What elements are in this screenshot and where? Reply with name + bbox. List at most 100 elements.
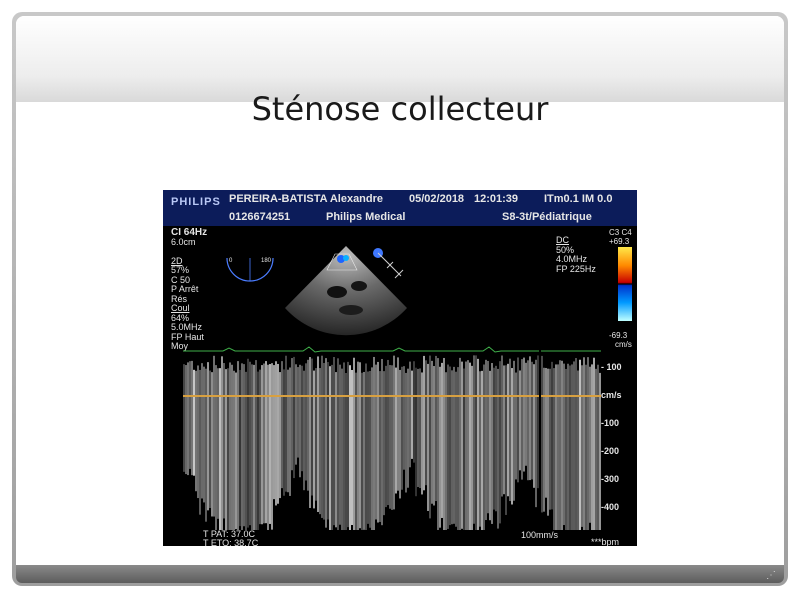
spectrum-column [421,372,423,495]
spectrum-column [451,370,453,525]
spectrum-column [417,368,419,488]
spectrum-column [409,361,411,468]
spectrum-column [385,365,387,508]
spectrum-column [401,366,403,490]
spectrum-column [505,365,507,515]
spectrum-column [491,363,493,524]
spectrum-column [569,365,571,530]
spectrum-column [365,363,367,530]
spectrum-column [523,357,525,472]
spectrum-column [465,361,467,530]
spectrum-column [585,364,587,530]
spectrum-column [403,366,405,470]
spectrum-column [359,362,361,529]
spectrum-column [467,360,469,530]
thermal-indices: ITm0.1 IM 0.0 [544,193,613,205]
spectrum-column [261,365,263,525]
spectrum-column [509,358,511,502]
spectrum-column [277,363,279,504]
spectrum-column [189,361,191,469]
spectrum-column [423,355,425,491]
patient-name: PEREIRA-BATISTA Alexandre [229,193,384,205]
spectrum-column [265,361,267,524]
spectrum-column [593,357,595,530]
doppler-param-line: FP 225Hz [556,263,596,274]
spectrum-column [209,370,211,508]
spectrum-column [303,370,305,491]
spectrum-column [449,366,451,526]
spectrum-column [575,358,577,530]
spectrum-column [541,355,543,513]
spectrum-column [395,367,397,494]
spectrum-column [347,361,349,528]
spectrum-column [327,362,329,520]
velocity-tick-label: -100 [601,418,620,428]
spectrum-column [271,363,273,530]
spectrum-column [483,364,485,530]
exam-date: 05/02/2018 [409,193,465,205]
spectrum-column [493,367,495,510]
velocity-tick-label: -200 [601,446,620,456]
spectrum-column [293,356,295,479]
spectrum-column [377,361,379,523]
spectrum-column [519,370,521,471]
spectrum-column [291,358,293,471]
spectrum-column [571,364,573,530]
spectrum-column [521,359,523,480]
spectrum-column [487,360,489,514]
velocity-tick-label: - 100 [601,362,622,372]
spectrum-column [543,367,545,512]
spectrum-column [273,365,275,500]
spectrum-column [207,362,209,511]
velocity-tick-label: -400 [601,502,620,512]
spectrum-column [349,365,351,530]
spectrum-column [341,368,343,530]
spectrum-column [527,360,529,481]
spectrum-column [447,364,449,529]
spectrum-column [595,368,597,530]
spectrum-column [461,361,463,529]
spectrum-column [485,359,487,521]
spectrum-column [439,366,441,528]
spectrum-column [353,357,355,530]
spectrum-column [555,364,557,530]
spectrum-column [443,357,445,530]
spectrum-column [213,355,215,517]
spectrum-column [591,364,593,530]
spectrum-column [389,365,391,509]
spectrum-column [229,362,231,530]
spectrum-column [227,368,229,530]
spectrum-column [559,360,561,530]
spectrum-column [197,365,199,499]
spectrum-column [199,369,201,515]
spectrum-column [475,355,477,530]
spectrum-column [529,356,531,481]
heart-rate: ***bpm [591,537,620,546]
orientation-marker-icon [373,248,404,279]
spectrum-column [253,364,255,530]
spectrum-column [477,358,479,530]
spectrum-column [513,360,515,501]
spectrum-column [183,364,185,472]
resize-grip-icon[interactable]: ⋰ [766,570,776,581]
spectrum-column [453,366,455,524]
spectrum-column [373,356,375,530]
spectrum-column [405,372,407,493]
spectrum-column [343,362,345,530]
spectrum-column [463,368,465,530]
spectrum-column [545,367,547,498]
spectrum-column [567,363,569,530]
spectrum-column [371,367,373,530]
velocity-tick-label: -300 [601,474,620,484]
spectrum-column [289,367,291,496]
spectrum-column [381,358,383,526]
spectrum-column [589,366,591,523]
spectrum-column [457,367,459,530]
spectrum-column [317,356,319,512]
mini-scale-max: 180 [261,258,272,264]
spectrum-column [565,368,567,530]
temp-probe: T ETO: 38.7C [203,538,259,546]
spectrum-column [315,368,317,501]
spectrum-column [329,366,331,530]
spectrum-column [547,368,549,516]
